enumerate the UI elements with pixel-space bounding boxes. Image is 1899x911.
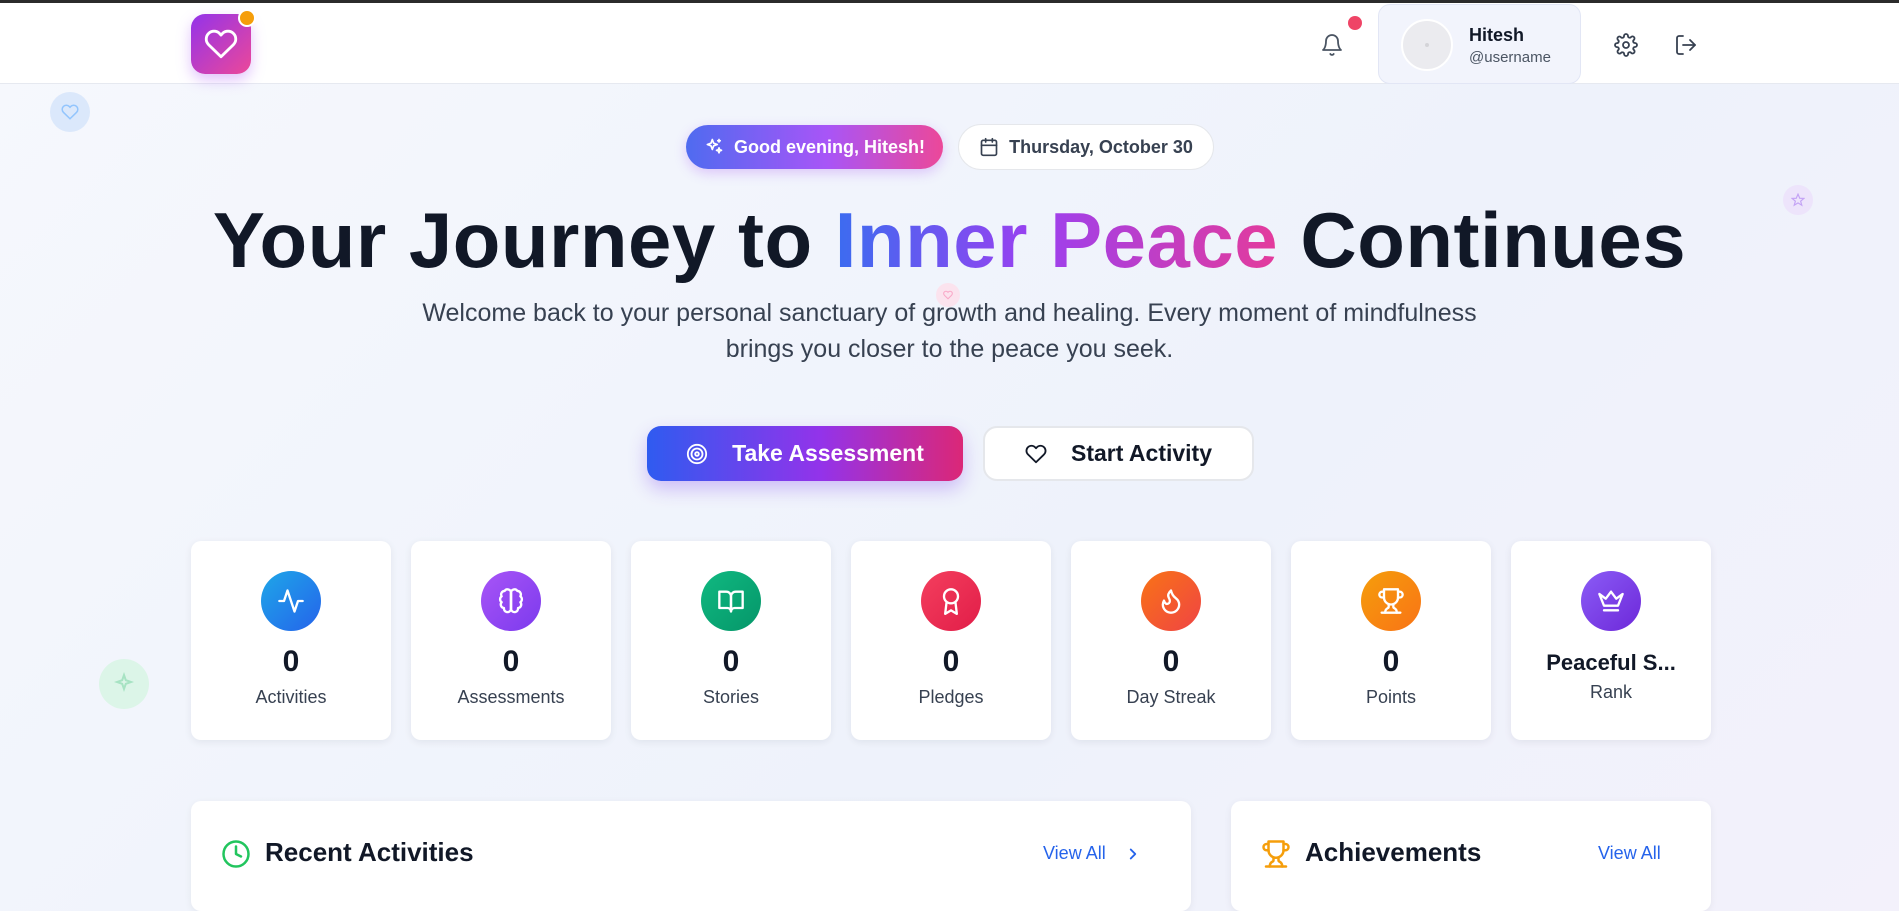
crown-icon (1598, 590, 1624, 612)
achievements-view-all-label: View All (1598, 843, 1661, 863)
stat-value: Peaceful S... (1546, 650, 1676, 675)
stat-card-assessments[interactable]: 0 Assessments (411, 541, 611, 740)
stat-icon-circle (1581, 571, 1641, 631)
user-name: Hitesh (1469, 25, 1525, 45)
stat-card-activities[interactable]: 0 Activities (191, 541, 391, 740)
award-icon (942, 588, 960, 615)
top-navbar: Hitesh @username (0, 3, 1899, 84)
title-highlight: Inner Peace (834, 196, 1279, 284)
stat-icon-circle (481, 571, 541, 631)
title-part-1: Your Journey to (212, 196, 813, 284)
stat-card-pledges[interactable]: 0 Pledges (851, 541, 1051, 740)
stat-icon-circle (701, 571, 761, 631)
title-part-2: Continues (1300, 196, 1687, 284)
logout-icon[interactable] (1674, 33, 1698, 57)
activity-icon (278, 589, 304, 613)
stat-label: Stories (702, 687, 760, 707)
floating-sparkle-decoration (99, 659, 149, 709)
heart-icon (204, 29, 238, 59)
stat-card-points[interactable]: 0 Points (1291, 541, 1491, 740)
user-profile-card[interactable]: Hitesh @username (1378, 4, 1581, 84)
achievements-view-all-link[interactable]: View All (1598, 843, 1661, 864)
stat-card-day-streak[interactable]: 0 Day Streak (1071, 541, 1271, 740)
stat-value: 0 (502, 645, 520, 678)
book-open-icon (718, 590, 744, 613)
greeting-badge: Good evening, Hitesh! (686, 125, 943, 169)
stat-value: 0 (722, 645, 740, 678)
stat-label: Assessments (457, 687, 565, 707)
stat-icon-circle (261, 571, 321, 631)
date-text: Thursday, October 30 (1009, 136, 1193, 157)
stat-label: Rank (1589, 682, 1633, 702)
app-logo[interactable] (191, 9, 256, 74)
start-activity-button[interactable]: Start Activity (983, 426, 1254, 481)
page-title: Your Journey to Inner Peace Continues (0, 195, 1899, 285)
stat-icon-circle (921, 571, 981, 631)
gear-icon[interactable] (1614, 33, 1638, 57)
heart-icon (61, 104, 79, 120)
stat-icon-circle (1141, 571, 1201, 631)
recent-activities-title: Recent Activities (265, 837, 474, 867)
greeting-text: Good evening, Hitesh! (733, 136, 925, 157)
bell-icon[interactable] (1320, 33, 1344, 57)
stat-label: Activities (255, 687, 327, 707)
recent-activities-panel: Recent Activities View All (191, 801, 1191, 911)
floating-heart-decoration (50, 92, 90, 132)
heart-icon (1025, 444, 1047, 463)
stat-value: 0 (1162, 645, 1180, 678)
stat-value: 0 (282, 645, 300, 678)
stat-card-rank[interactable]: Peaceful S... Rank (1511, 541, 1711, 740)
achievements-title: Achievements (1305, 837, 1482, 867)
notification-badge (1348, 16, 1362, 30)
start-activity-label: Start Activity (1070, 440, 1213, 466)
stat-label: Points (1365, 687, 1417, 707)
user-handle: @username (1469, 49, 1551, 66)
stat-label: Day Streak (1126, 687, 1216, 707)
achievements-panel: Achievements View All (1231, 801, 1711, 911)
take-assessment-label: Take Assessment (732, 440, 924, 466)
stat-icon-circle (1361, 571, 1421, 631)
stat-value: 0 (1382, 645, 1400, 678)
target-icon (687, 443, 708, 464)
flame-icon (1161, 589, 1181, 614)
clock-icon (222, 840, 250, 868)
chevron-right-icon (1129, 848, 1136, 859)
stat-card-stories[interactable]: 0 Stories (631, 541, 831, 740)
page-subtitle: Welcome back to your personal sanctuary … (422, 299, 1477, 363)
brain-icon (499, 588, 523, 614)
trophy-icon (1378, 588, 1404, 614)
recent-view-all-link[interactable]: View All (1043, 843, 1142, 864)
trophy-icon (1262, 840, 1290, 868)
calendar-icon (980, 137, 998, 157)
avatar (1401, 19, 1453, 71)
recent-view-all-label: View All (1043, 843, 1106, 863)
sparkles-icon (113, 672, 135, 693)
stat-value: 0 (942, 645, 960, 678)
date-badge: Thursday, October 30 (958, 124, 1214, 170)
take-assessment-button[interactable]: Take Assessment (647, 426, 963, 481)
sparkles-icon (706, 138, 723, 154)
stat-label: Pledges (918, 687, 984, 707)
logo-status-dot (238, 9, 256, 27)
